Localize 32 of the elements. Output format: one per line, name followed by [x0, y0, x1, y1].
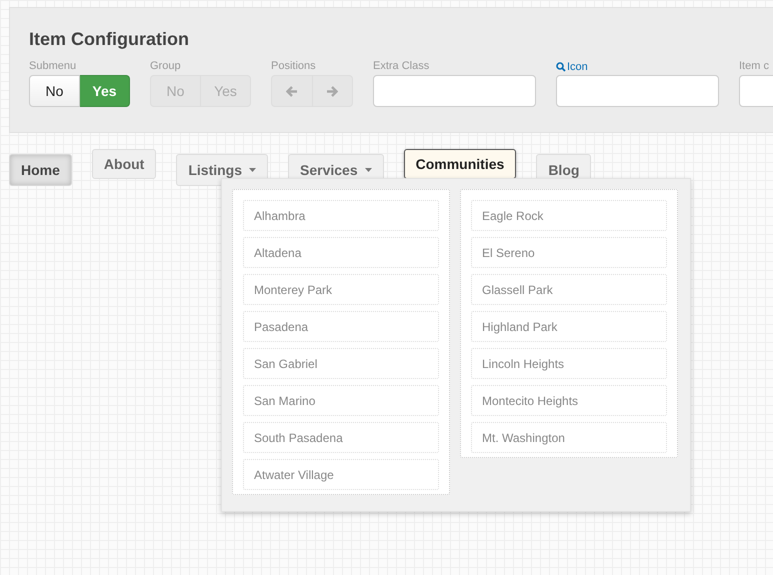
- menu-item[interactable]: Home: [9, 154, 72, 186]
- menu-item[interactable]: Communities: [404, 149, 516, 179]
- menu-item[interactable]: About: [92, 149, 156, 179]
- dropdown-item[interactable]: El Sereno: [471, 237, 667, 268]
- field-label: Item c: [739, 59, 769, 74]
- dropdown-item[interactable]: Eagle Rock: [471, 200, 667, 231]
- search-icon: [556, 62, 566, 72]
- toggle-option[interactable]: No: [29, 75, 80, 107]
- text-input[interactable]: [556, 75, 719, 107]
- dropdown-item[interactable]: Atwater Village: [243, 459, 439, 490]
- panel-title: Item Configuration: [29, 29, 189, 50]
- dropdown-item[interactable]: Pasadena: [243, 311, 439, 342]
- dropdown-item[interactable]: San Marino: [243, 385, 439, 416]
- dropdown-item[interactable]: San Gabriel: [243, 348, 439, 379]
- dropdown-item[interactable]: Glassell Park: [471, 274, 667, 305]
- arrow-right-icon: [326, 86, 338, 96]
- icon-link[interactable]: Icon: [556, 59, 588, 75]
- dropdown-item[interactable]: Lincoln Heights: [471, 348, 667, 379]
- arrow-left-icon: [286, 86, 298, 96]
- field-label: Submenu: [29, 59, 76, 74]
- text-input[interactable]: [373, 75, 536, 107]
- dropdown-item[interactable]: South Pasadena: [243, 422, 439, 453]
- field-label: Group: [150, 59, 181, 74]
- field-label: Extra Class: [373, 59, 430, 74]
- toggle-option[interactable]: Yes: [80, 75, 130, 107]
- dropdown-item[interactable]: Monterey Park: [243, 274, 439, 305]
- dropdown-item[interactable]: Mt. Washington: [471, 422, 667, 453]
- dropdown-item[interactable]: Montecito Heights: [471, 385, 667, 416]
- dropdown-item[interactable]: Alhambra: [243, 200, 439, 231]
- field-label: Positions: [271, 59, 316, 74]
- dropdown-item[interactable]: Altadena: [243, 237, 439, 268]
- dropdown-item[interactable]: Highland Park: [471, 311, 667, 342]
